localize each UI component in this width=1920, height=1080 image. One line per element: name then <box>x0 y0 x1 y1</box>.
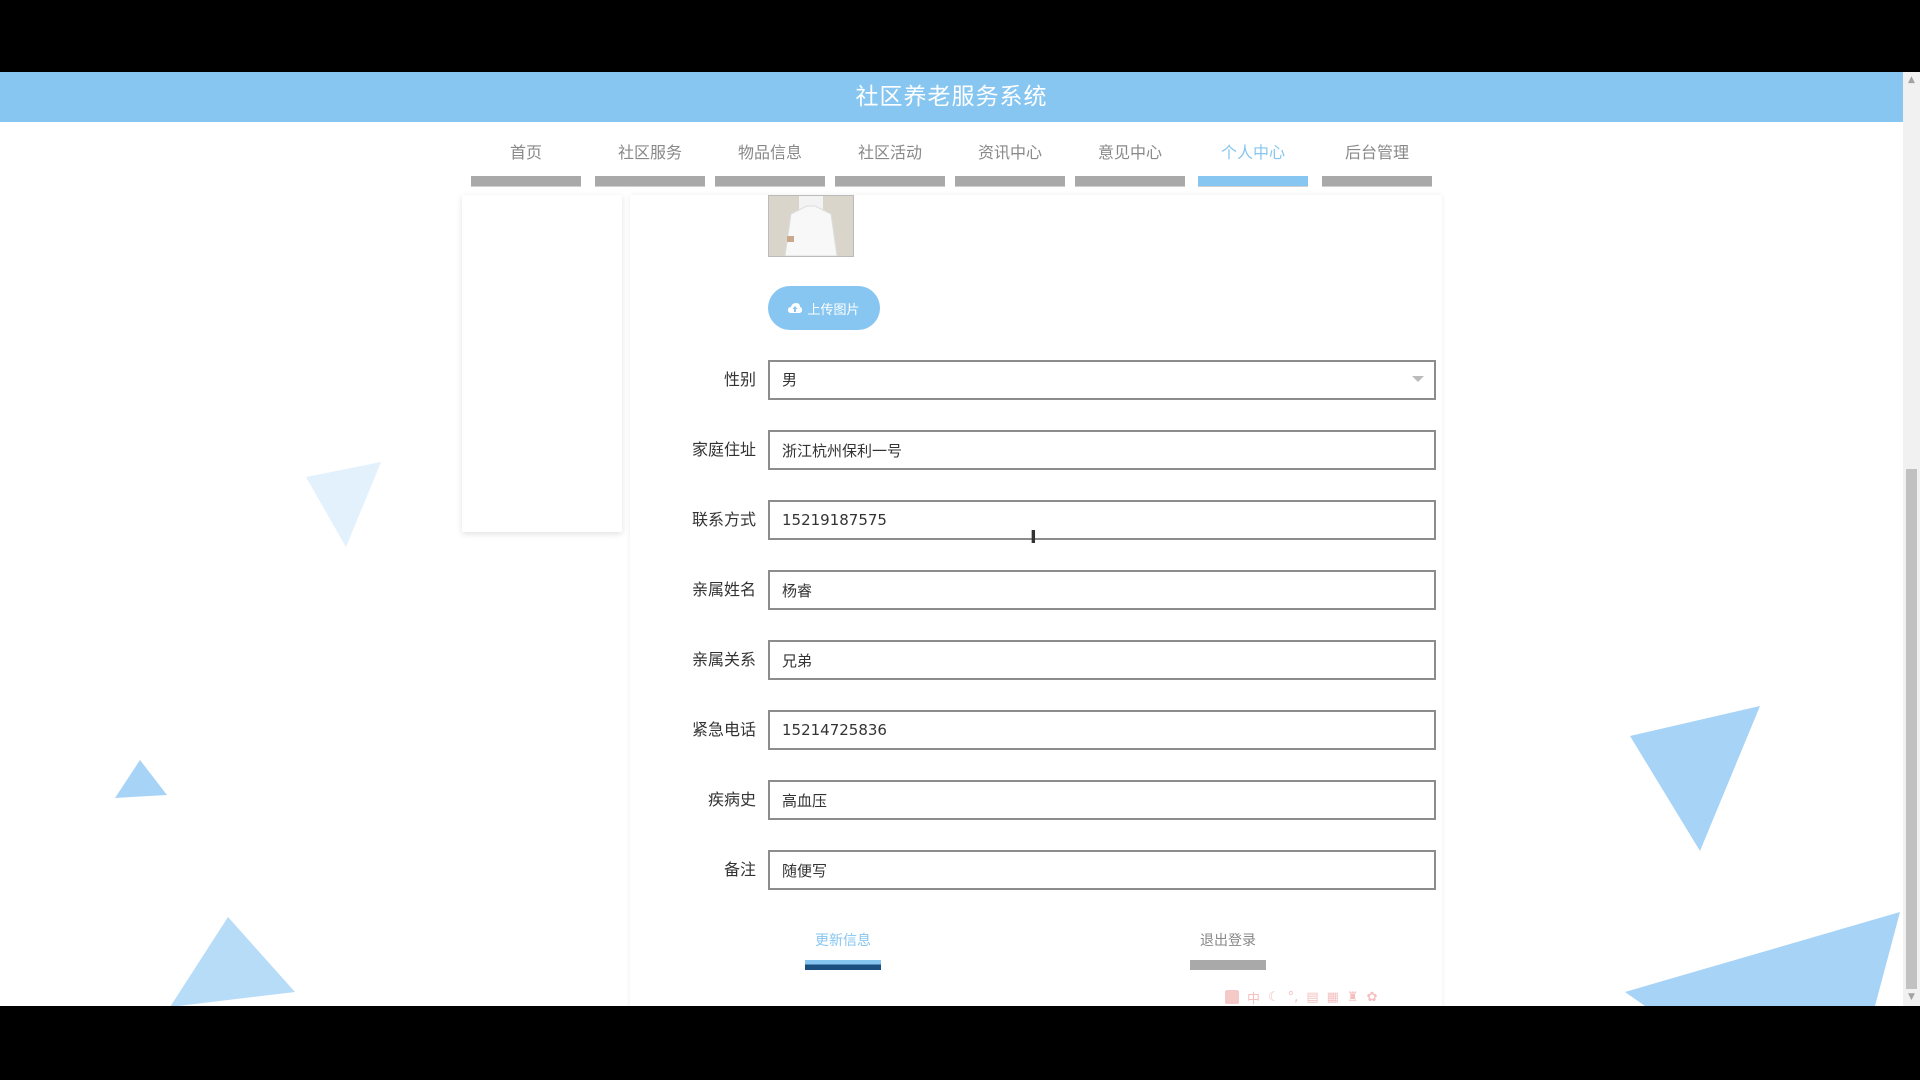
nav-underline <box>1322 176 1432 187</box>
logout-label: 退出登录 <box>1200 933 1256 949</box>
form-row-medical-history: 疾病史 <box>660 780 1436 820</box>
medical-history-input[interactable] <box>768 780 1436 820</box>
form-row-gender: 性别 男 <box>660 360 1436 400</box>
scroll-thumb[interactable] <box>1906 469 1917 989</box>
logout-button[interactable]: 退出登录 <box>1188 930 1268 980</box>
field-label: 备注 <box>723 860 756 879</box>
grid-icon: ▦ <box>1326 989 1339 1005</box>
decor-triangle-1 <box>306 462 381 547</box>
logout-underline <box>1190 960 1266 970</box>
field-label: 紧急电话 <box>691 720 756 739</box>
nav-item-community-service[interactable]: 社区服务 <box>595 122 705 188</box>
address-input[interactable] <box>768 430 1436 470</box>
relative-name-input[interactable] <box>768 570 1436 610</box>
nav-underline <box>955 176 1065 187</box>
nav-underline <box>595 176 705 187</box>
upload-label: 上传图片 <box>807 301 860 317</box>
update-underline <box>805 960 881 970</box>
remarks-input[interactable] <box>768 850 1436 890</box>
nav-label: 后台管理 <box>1344 143 1409 162</box>
nav-underline <box>1075 176 1185 187</box>
nav-label: 社区活动 <box>857 143 922 162</box>
form-row-address: 家庭住址 <box>660 430 1436 470</box>
nav-item-activities[interactable]: 社区活动 <box>835 122 945 188</box>
gender-select[interactable]: 男 <box>768 360 1436 400</box>
ime-mode-label: 中 <box>1247 991 1261 1007</box>
nav-label: 社区服务 <box>617 143 682 162</box>
vertical-scrollbar[interactable]: ▲ ▼ <box>1903 72 1920 1006</box>
nav-item-home[interactable]: 首页 <box>471 122 581 188</box>
nav-underline <box>835 176 945 187</box>
form-row-relationship: 亲属关系 <box>660 640 1436 680</box>
form-row-relative-name: 亲属姓名 <box>660 570 1436 610</box>
update-info-button[interactable]: 更新信息 <box>803 930 883 980</box>
nav-item-news[interactable]: 资讯中心 <box>955 122 1065 188</box>
nav-underline <box>715 176 825 187</box>
chevron-down-icon <box>1412 376 1424 382</box>
nav-label: 物品信息 <box>737 143 802 162</box>
field-label: 疾病史 <box>707 790 756 809</box>
app-header: 社区养老服务系统 <box>0 72 1903 122</box>
decor-triangle-3 <box>170 917 295 1006</box>
field-label: 性别 <box>723 370 756 389</box>
nav-label: 资讯中心 <box>977 143 1042 162</box>
gender-value: 男 <box>782 371 798 389</box>
field-label: 联系方式 <box>691 510 756 529</box>
nav-item-goods[interactable]: 物品信息 <box>715 122 825 188</box>
avatar <box>768 195 854 257</box>
upload-image-button[interactable]: 上传图片 <box>768 286 880 330</box>
form-row-emergency-phone: 紧急电话 <box>660 710 1436 750</box>
nav-label: 意见中心 <box>1097 143 1162 162</box>
form-row-remarks: 备注 <box>660 850 1436 890</box>
field-label: 亲属姓名 <box>691 580 756 599</box>
nav-item-personal-center[interactable]: 个人中心 <box>1198 122 1308 188</box>
shirt-icon: ♜ <box>1346 989 1359 1005</box>
nav-underline <box>1198 176 1308 187</box>
scroll-up-icon[interactable]: ▲ <box>1903 72 1920 89</box>
avatar-image <box>769 196 853 256</box>
sidebar-panel <box>462 195 622 532</box>
nav-underline <box>471 176 581 187</box>
decor-triangle-2 <box>115 760 167 798</box>
field-label: 家庭住址 <box>691 440 756 459</box>
decor-triangle-5 <box>1625 912 1900 1006</box>
contact-phone-input[interactable] <box>768 500 1436 540</box>
cloud-upload-icon <box>788 303 803 313</box>
field-label: 亲属关系 <box>691 650 756 669</box>
text-cursor-icon: I <box>1030 527 1037 548</box>
ime-logo-icon <box>1225 990 1239 1004</box>
nav-label: 首页 <box>509 143 542 162</box>
page-viewport: 社区养老服务系统 首页 社区服务 物品信息 社区活动 资讯中心 意见中心 个人中… <box>0 72 1903 1006</box>
ime-toolbar[interactable]: 中 ☾ °, ▤ ▦ ♜ ✿ <box>1225 987 1420 1006</box>
punctuation-icon: °, <box>1287 989 1299 1005</box>
settings-icon: ✿ <box>1366 989 1378 1005</box>
scroll-down-icon[interactable]: ▼ <box>1903 989 1920 1006</box>
nav-label: 个人中心 <box>1220 143 1285 162</box>
emergency-phone-input[interactable] <box>768 710 1436 750</box>
nav-item-admin[interactable]: 后台管理 <box>1322 122 1432 188</box>
update-info-label: 更新信息 <box>815 933 871 949</box>
moon-icon: ☾ <box>1268 989 1280 1005</box>
relationship-input[interactable] <box>768 640 1436 680</box>
decor-triangle-4 <box>1630 706 1760 851</box>
nav-item-feedback[interactable]: 意见中心 <box>1075 122 1185 188</box>
keyboard-icon: ▤ <box>1306 989 1319 1005</box>
